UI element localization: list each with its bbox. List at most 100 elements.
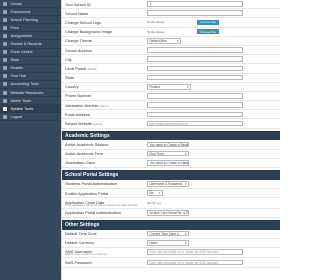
sidebar-item-system-tools[interactable]: System Tools — [0, 105, 61, 114]
file-status: No file chosen — [147, 20, 165, 25]
sidebar-item-label: Logout — [10, 114, 23, 119]
sidebar-item-label: Website Resources — [10, 90, 44, 95]
form-row-timezone: Default Time Zone Current Time Zone s — [62, 230, 280, 239]
field-label: Default Currency — [65, 240, 95, 246]
calculator-icon — [2, 82, 7, 87]
choose-logo-button[interactable]: Choose File — [197, 19, 219, 26]
sidebar-item-hostels[interactable]: Hostels — [0, 65, 61, 73]
sidebar-item-label: Admin Tools — [10, 98, 32, 103]
hub-icon — [2, 74, 7, 79]
alt-number-input[interactable] — [147, 102, 243, 108]
building-icon — [2, 66, 7, 71]
field-sublabel: Time applications cannot be able to subm… — [65, 203, 138, 207]
field-label: Active Academic Session — [65, 142, 109, 147]
choose-background-button[interactable]: Choose File — [197, 28, 219, 35]
sidebar-item-games-records[interactable]: Games & Records — [0, 40, 61, 49]
email-input[interactable] — [147, 111, 243, 118]
sms-password-input[interactable]: Your user provided on to create an SMS a… — [147, 259, 243, 266]
form-row-country: Country Finland — [62, 83, 280, 92]
field-label: Local Postaloptional — [65, 66, 147, 71]
close-date-input[interactable]: dd / M / y,y — [147, 201, 161, 205]
academic-session-select[interactable]: You need to Create a Session — [147, 141, 189, 148]
sidebar-item-school-planning[interactable]: School Planning — [0, 16, 61, 25]
wrench-icon — [2, 98, 7, 103]
sidebar-item-label: System Tools — [10, 106, 34, 111]
sidebar-item-label: Hostels — [10, 66, 24, 71]
form-row-state: State — [62, 74, 280, 83]
sidebar: Library Classrooms School Planning Fees … — [0, 0, 61, 280]
trophy-icon — [2, 42, 7, 47]
form-row-website: School Websiteoptional http://www.yoursc… — [62, 119, 280, 129]
field-label: Application Close Date Time applications … — [65, 200, 147, 208]
phone-input[interactable] — [147, 93, 243, 99]
sidebar-item-website-resources[interactable]: Website Resources — [0, 89, 61, 98]
school-id-input[interactable]: 1 — [147, 1, 243, 7]
field-label: Change Theme — [65, 38, 92, 44]
assignment-icon — [2, 33, 7, 38]
gear-icon — [2, 106, 7, 111]
theme-select[interactable]: Default Blue — [147, 38, 181, 44]
city-input[interactable] — [147, 56, 243, 63]
optional-hint: optional — [99, 104, 109, 108]
field-label: SMS Password — [65, 260, 92, 266]
field-label: Students Portal Authentication — [65, 181, 118, 187]
field-label: Active Academic Term — [65, 151, 104, 157]
address-input[interactable] — [147, 47, 243, 53]
form-row-academic-term: Active Academic Term First Term — [62, 150, 280, 159]
form-row-change-background: Change Background Image No file chosen C… — [62, 28, 280, 37]
field-label: School Address — [65, 47, 93, 53]
sidebar-item-accounting-tools[interactable]: Accounting Tools — [0, 81, 61, 90]
field-label: School Websiteoptional — [65, 121, 147, 126]
field-label: Phone Number — [65, 93, 92, 99]
form-row-alt-number: Alternative Numberoptional — [62, 101, 280, 111]
sidebar-item-admin-tools[interactable]: Admin Tools — [0, 97, 61, 106]
field-label: Change School Logo — [65, 19, 102, 25]
sidebar-item-library[interactable]: Library — [0, 0, 61, 9]
student-auth-select[interactable]: Username & Password — [147, 181, 189, 187]
form-row-academic-session: Active Academic Session You need to Crea… — [62, 140, 280, 150]
enable-portal-select[interactable]: No — [147, 190, 163, 196]
state-input[interactable] — [147, 74, 243, 81]
portal-auth-select[interactable]: Invoice Card Serial No. & PIN — [147, 209, 189, 216]
form-row-enable-portal: Enable Application Portal No — [62, 189, 280, 199]
classroom-icon — [2, 9, 7, 14]
sidebar-item-assignments[interactable]: Assignments — [0, 32, 61, 41]
field-label: SMS Username Register free account on sms… — [65, 249, 147, 257]
sidebar-item-fees[interactable]: Fees — [0, 24, 61, 33]
sidebar-item-label: Assignments — [10, 33, 33, 38]
sidebar-item-your-hub[interactable]: Your Hub — [0, 73, 61, 81]
globe-icon — [2, 90, 7, 95]
settings-form: Your School ID 1 School Name Change Scho… — [61, 0, 280, 280]
timezone-select[interactable]: Current Time Zone s — [147, 230, 189, 237]
field-label: Enable Application Portal — [65, 190, 109, 196]
sidebar-item-class-routine[interactable]: Class routine — [0, 49, 61, 57]
sidebar-item-label: Library — [10, 1, 23, 6]
form-row-student-auth: Students Portal Authentication Username … — [62, 180, 280, 189]
sidebar-item-classrooms[interactable]: Classrooms — [0, 8, 61, 17]
form-row-sms-password: SMS Password Your user provided on to cr… — [62, 258, 280, 268]
sidebar-item-label: Stats — [10, 58, 20, 63]
chart-icon — [2, 58, 7, 63]
graduation-class-select[interactable]: You need to Create a Class — [147, 160, 189, 166]
sidebar-item-stats[interactable]: Stats — [0, 57, 61, 65]
field-label: Country — [65, 84, 79, 90]
background-file-input: No file chosen Choose File — [147, 28, 219, 35]
website-input[interactable]: http://www.yourschool.com — [147, 120, 243, 127]
form-row-change-theme: Change Theme Default Blue — [62, 37, 280, 46]
currency-select[interactable]: Naira — [147, 240, 189, 246]
file-status: No file chosen — [147, 29, 165, 34]
form-row-close-date: Application Close Date Time applications … — [62, 198, 280, 209]
label-text: Local Postal — [65, 65, 87, 71]
sidebar-item-label: Fees — [10, 25, 19, 30]
calendar-icon — [2, 17, 7, 22]
form-row-school-name: School Name — [62, 9, 280, 19]
postal-input[interactable] — [147, 65, 243, 72]
school-name-input[interactable] — [147, 10, 243, 17]
academic-term-select[interactable]: First Term — [147, 150, 189, 157]
field-label: City — [65, 56, 72, 62]
section-header-other: Other Settings — [62, 220, 280, 230]
sms-username-input[interactable]: Your user provided on to create an SMS a… — [147, 249, 243, 256]
sidebar-item-logout[interactable]: Logout — [0, 113, 61, 122]
form-row-city: City — [62, 55, 280, 65]
country-select[interactable]: Finland — [147, 83, 191, 90]
